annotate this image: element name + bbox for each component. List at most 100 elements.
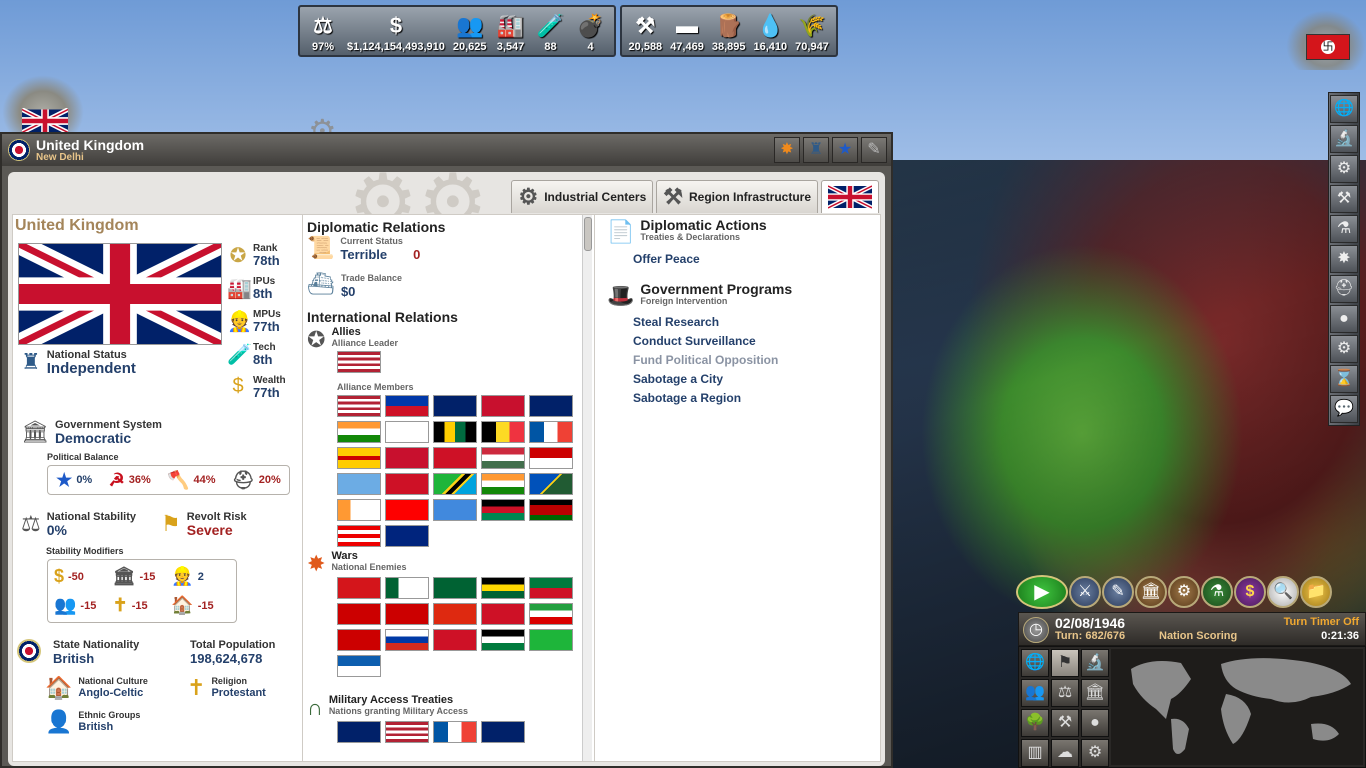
nation-scoring-button[interactable]: Nation Scoring <box>1159 630 1237 642</box>
resource-research[interactable]: 🧪 88 <box>531 9 571 53</box>
crossed-tools-icon[interactable]: ⚒ <box>1330 185 1358 213</box>
program-action-sabotage-a-region[interactable]: Sabotage a Region <box>633 391 778 410</box>
alliance-member-flag[interactable] <box>481 395 525 417</box>
program-action-sabotage-a-city[interactable]: Sabotage a City <box>633 372 778 391</box>
tree-icon[interactable]: 🌳 <box>1021 709 1049 737</box>
flag-icon[interactable]: ⚑ <box>1051 649 1079 677</box>
globe-icon[interactable]: 🌐 <box>1330 95 1358 123</box>
military-access-flag[interactable] <box>385 721 429 743</box>
enemy-flag[interactable] <box>481 603 525 625</box>
enemy-flag[interactable] <box>337 577 381 599</box>
alliance-member-flag[interactable] <box>337 395 381 417</box>
scales-icon[interactable]: ⚖ <box>1051 679 1079 707</box>
alliance-leader-flag[interactable] <box>337 351 381 373</box>
chat-icon[interactable]: 💬 <box>1330 395 1358 423</box>
column-icon[interactable]: 🏛 <box>1081 679 1109 707</box>
usa-flag[interactable] <box>337 351 381 373</box>
alliance-member-flag[interactable] <box>337 473 381 495</box>
weather-icon[interactable]: ☁ <box>1051 739 1079 767</box>
military-access-flag[interactable] <box>481 721 525 743</box>
enemy-flag[interactable] <box>385 603 429 625</box>
enemy-flag[interactable] <box>529 629 573 651</box>
alliance-member-flag[interactable] <box>529 473 573 495</box>
tab-region-infrastructure[interactable]: ⚒ Region Infrastructure <box>656 180 818 213</box>
tab-country[interactable] <box>821 180 879 213</box>
alliance-member-flag[interactable] <box>385 421 429 443</box>
turn-timer-status[interactable]: Turn Timer Off <box>1284 616 1359 628</box>
people-icon[interactable]: 👥 <box>1021 679 1049 707</box>
edit-icon[interactable]: ✎ <box>861 137 887 163</box>
enemy-flag[interactable] <box>433 577 477 599</box>
globe-icon[interactable]: 🌐 <box>1021 649 1049 677</box>
resource-population[interactable]: 👥 20,625 <box>449 9 491 53</box>
alliance-member-flag[interactable] <box>529 395 573 417</box>
star-icon[interactable]: ★ <box>832 137 858 163</box>
enemy-flag[interactable] <box>337 655 381 677</box>
alliance-member-flag[interactable] <box>433 447 477 469</box>
resource-ore[interactable]: ⚒ 20,588 <box>625 9 667 53</box>
alliance-member-flag[interactable] <box>385 499 429 521</box>
settings-icon[interactable]: ⚙ <box>1081 739 1109 767</box>
ipus-stat[interactable]: 🏭 IPUs 8th <box>227 276 275 301</box>
relations-column[interactable]: Diplomatic Relations 📜 Current Status Te… <box>302 215 595 761</box>
soldier-icon[interactable]: ♜ <box>803 137 829 163</box>
scrollbar-thumb[interactable] <box>584 217 592 251</box>
enemy-flag[interactable] <box>433 603 477 625</box>
alliance-member-flag[interactable] <box>385 473 429 495</box>
grenade-icon[interactable]: ● <box>1081 709 1109 737</box>
enemy-flag[interactable] <box>481 629 525 651</box>
resource-dollar[interactable]: $ $1,124,154,493,910 <box>343 9 449 53</box>
alliance-member-flag[interactable] <box>385 525 429 547</box>
military-access-flag[interactable] <box>433 721 477 743</box>
reports-icon[interactable]: 📁 <box>1300 576 1332 608</box>
relations-scrollbar[interactable] <box>582 215 592 761</box>
tab-industrial-centers[interactable]: ⚙ Industrial Centers <box>511 180 654 213</box>
alliance-member-flag[interactable] <box>337 447 381 469</box>
alliance-member-flag[interactable] <box>385 447 429 469</box>
alliance-member-flag[interactable] <box>337 525 381 547</box>
end-turn-play-icon[interactable]: ▶ <box>1016 575 1068 609</box>
alliance-member-flag[interactable] <box>433 473 477 495</box>
offer-peace-action[interactable]: Offer Peace <box>633 252 700 271</box>
barrel-icon[interactable]: ▥ <box>1021 739 1049 767</box>
enemy-flag[interactable] <box>529 603 573 625</box>
alliance-member-flag[interactable] <box>433 395 477 417</box>
resource-grenade[interactable]: 💣 4 <box>571 9 611 53</box>
germany-flag-icon[interactable]: 卐 <box>1306 34 1350 60</box>
alliance-member-flag[interactable] <box>529 421 573 443</box>
tech-stat[interactable]: 🧪 Tech 8th <box>227 342 276 367</box>
uk-mini-flag-icon[interactable] <box>22 108 68 134</box>
military-icon[interactable]: ⚔ <box>1069 576 1101 608</box>
settings-icon[interactable]: ⚙ <box>1330 335 1358 363</box>
alliance-member-flag[interactable] <box>481 421 525 443</box>
explosion-icon[interactable]: ✸ <box>774 137 800 163</box>
government-icon[interactable]: 🏛 <box>1135 576 1167 608</box>
resource-agriculture[interactable]: 🌾 70,947 <box>791 9 833 53</box>
enemy-flag[interactable] <box>481 577 525 599</box>
enemy-flag[interactable] <box>337 603 381 625</box>
alliance-member-flag[interactable] <box>529 447 573 469</box>
enemy-flag[interactable] <box>529 577 573 599</box>
resource-factory[interactable]: 🏭 3,547 <box>491 9 531 53</box>
research-icon[interactable]: 🔬 <box>1081 649 1109 677</box>
resource-scales[interactable]: ⚖ 97% <box>303 9 343 53</box>
gear-icon[interactable]: ⚙ <box>1330 155 1358 183</box>
resource-oil[interactable]: 💧 16,410 <box>750 9 792 53</box>
alliance-member-flag[interactable] <box>481 473 525 495</box>
program-action-steal-research[interactable]: Steal Research <box>633 315 778 334</box>
world-minimap[interactable] <box>1111 649 1363 765</box>
alliance-member-flag[interactable] <box>337 421 381 443</box>
program-action-conduct-surveillance[interactable]: Conduct Surveillance <box>633 334 778 353</box>
military-access-flag[interactable] <box>337 721 381 743</box>
diplomacy-icon[interactable]: ✎ <box>1102 576 1134 608</box>
alliance-member-flag[interactable] <box>529 499 573 521</box>
flask-icon[interactable]: ⚗ <box>1330 215 1358 243</box>
rank-stat[interactable]: ✪ Rank 78th <box>227 243 280 268</box>
enemy-flag[interactable] <box>433 629 477 651</box>
enemy-flag[interactable] <box>385 577 429 599</box>
alliance-member-flag[interactable] <box>433 499 477 521</box>
alliance-member-flag[interactable] <box>481 499 525 521</box>
helmet-icon[interactable]: ⛑ <box>1330 275 1358 303</box>
mpus-stat[interactable]: 👷 MPUs 77th <box>227 309 281 334</box>
industry-gear-icon[interactable]: ⚙ <box>1168 576 1200 608</box>
